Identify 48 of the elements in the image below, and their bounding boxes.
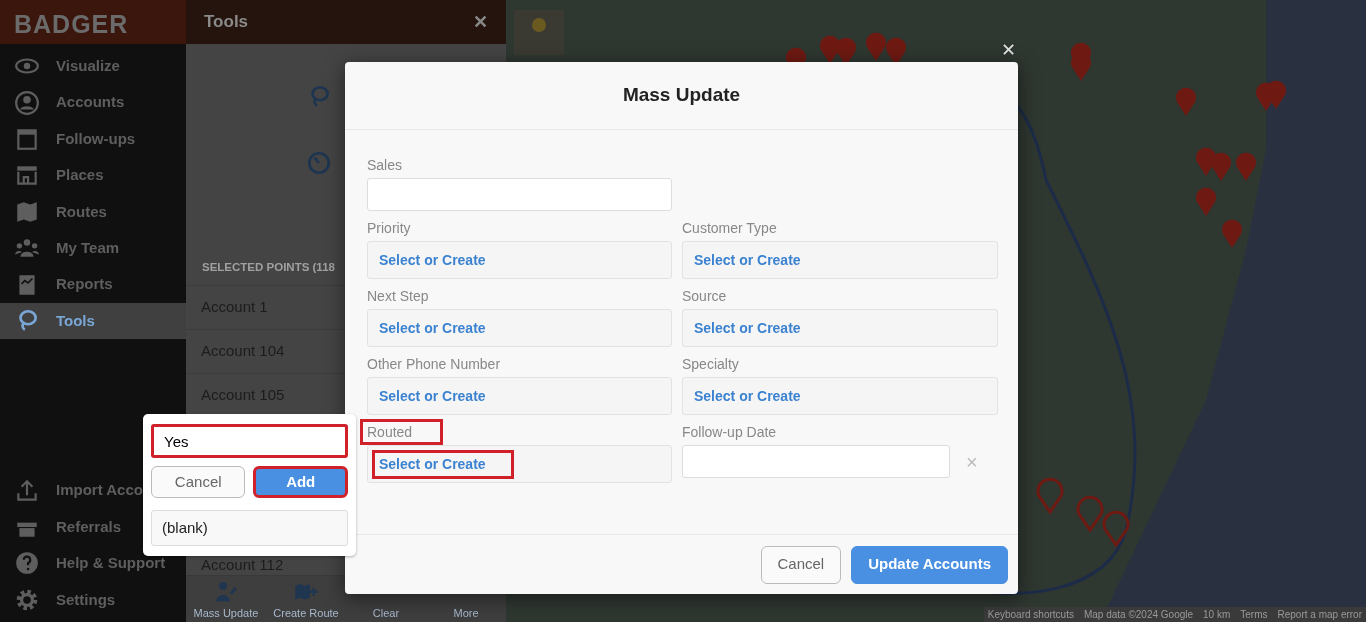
help-icon bbox=[14, 550, 40, 577]
option-item[interactable]: (blank) bbox=[151, 510, 348, 546]
cancel-button[interactable]: Cancel bbox=[760, 545, 842, 584]
input-field[interactable] bbox=[367, 178, 672, 211]
field-label: Customer Type bbox=[681, 219, 778, 238]
field-label: Follow-up Date bbox=[681, 423, 778, 442]
nav-item[interactable]: Follow-ups bbox=[0, 120, 186, 158]
map-attribution[interactable]: Terms bbox=[1240, 607, 1268, 622]
field-label: Source bbox=[681, 287, 728, 306]
toolbar-button[interactable]: Create Route bbox=[266, 576, 346, 622]
modal-title: Mass Update bbox=[622, 83, 741, 108]
nav-item[interactable]: Tools bbox=[0, 302, 186, 340]
upload-icon bbox=[14, 477, 40, 504]
nav-item[interactable]: Settings bbox=[0, 581, 186, 618]
field-label: Other Phone Number bbox=[366, 355, 502, 374]
map-attribution[interactable]: 10 km bbox=[1203, 607, 1231, 622]
nav-item[interactable]: Help & Support bbox=[0, 545, 186, 582]
nav-item[interactable]: Places bbox=[0, 157, 186, 194]
field-label: Priority bbox=[366, 219, 412, 238]
person-icon bbox=[14, 89, 40, 116]
radius-icon bbox=[306, 150, 332, 176]
close-button[interactable]: ✕ bbox=[473, 8, 488, 36]
map-attribution[interactable]: Keyboard shortcuts bbox=[987, 607, 1074, 622]
toolbar-button[interactable]: More bbox=[426, 576, 506, 622]
field-label: Next Step bbox=[366, 287, 430, 306]
nav-item[interactable]: Routes bbox=[0, 193, 186, 230]
date-field[interactable] bbox=[682, 445, 950, 478]
brand-logo: BADGER bbox=[0, 0, 186, 44]
field-label: Specialty bbox=[681, 355, 740, 374]
field-label: Routed bbox=[360, 419, 444, 445]
primary-button[interactable]: Add bbox=[253, 466, 348, 498]
input-field[interactable]: Yes bbox=[151, 424, 348, 458]
toolbar-button[interactable]: Mass Update bbox=[186, 576, 266, 622]
select-field[interactable]: Select or Create bbox=[372, 449, 514, 479]
primary-button[interactable]: Update Accounts bbox=[851, 545, 1008, 584]
map-attribution[interactable]: Map data ©2024 Google bbox=[1083, 607, 1194, 622]
toolbar-button[interactable]: Clear bbox=[346, 576, 426, 622]
section-title: SELECTED POINTS (118 bbox=[202, 261, 335, 273]
cancel-button[interactable]: Cancel bbox=[151, 466, 246, 498]
person-edit-icon bbox=[214, 580, 238, 604]
map-attribution[interactable]: Report a map error bbox=[1277, 607, 1362, 622]
panel-title: Tools bbox=[204, 11, 249, 34]
field-label: Sales bbox=[366, 156, 404, 175]
close-button[interactable]: ✕ bbox=[1001, 41, 1016, 59]
nav-item[interactable]: Accounts bbox=[0, 84, 186, 121]
nav-item[interactable]: Visualize bbox=[0, 48, 186, 85]
nav-item[interactable]: Reports bbox=[0, 266, 186, 303]
nav-item[interactable]: My Team bbox=[0, 229, 186, 267]
